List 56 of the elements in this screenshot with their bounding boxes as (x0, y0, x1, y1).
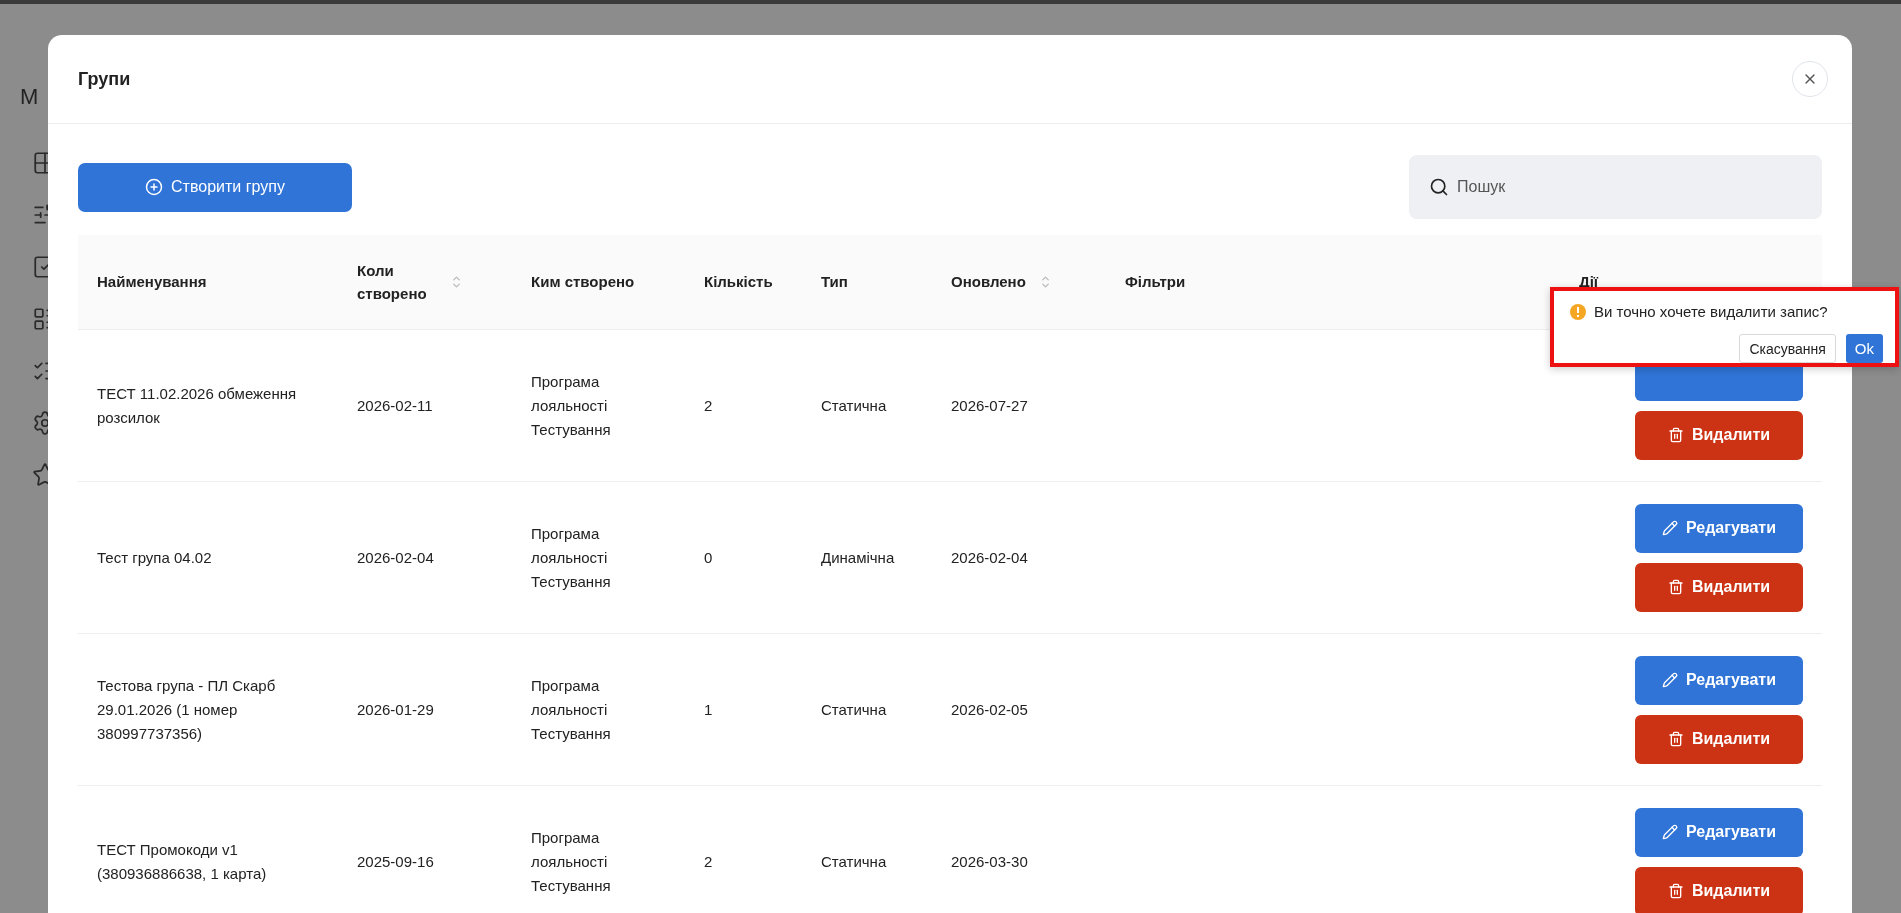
table-cell-text: 1 (703, 699, 714, 720)
trash-icon (1667, 579, 1684, 595)
app-title: М (20, 84, 40, 110)
table-cell-text: Тестова група - ПЛ Скарб 29.01.2026 (1 номер 380997737356) (96, 675, 277, 744)
table-cell-text: 2026-07-27 (950, 395, 1029, 416)
pencil-icon (1662, 520, 1678, 536)
search-field[interactable]: Пошук (1457, 155, 1802, 219)
table-cell-text: Статична (820, 851, 888, 872)
search-box[interactable]: Пошук (1409, 155, 1822, 219)
table-cell-text: 2026-02-11 (356, 395, 434, 416)
column-header[interactable]: Оновлено (951, 270, 1026, 294)
delete-button[interactable]: Видалити (1635, 410, 1803, 460)
ok-button[interactable]: Ok (1845, 334, 1883, 363)
trash-icon (1667, 427, 1684, 443)
table-cell-text: Динамічна (820, 547, 896, 568)
pencil-icon (1662, 824, 1678, 840)
warning-icon (1570, 303, 1586, 320)
column-header: Найменування (97, 272, 207, 293)
table-cell-text: Програма лояльності Тестування (530, 523, 612, 592)
table-cell-text: 2 (703, 851, 714, 872)
table-cell-text: Програма лояльності Тестування (530, 371, 612, 440)
cancel-button[interactable]: Скасування (1739, 334, 1836, 363)
table-cell-text: Тест група 04.02 (96, 547, 213, 568)
delete-button[interactable]: Видалити (1635, 866, 1803, 913)
delete-button[interactable]: Видалити (1635, 562, 1803, 612)
column-header: Ким створено (531, 272, 635, 293)
trash-icon (1667, 731, 1684, 747)
edit-button[interactable]: Редагувати (1635, 655, 1803, 705)
edit-button[interactable]: Редагувати (1635, 807, 1803, 857)
create-group-button[interactable]: Створити групу (78, 162, 352, 212)
table-cell-text: Програма лояльності Тестування (530, 675, 612, 744)
pencil-icon (1662, 672, 1678, 688)
table-cell-text: ТЕСТ 11.02.2026 обмеження розсилок (96, 383, 298, 428)
trash-icon (1667, 883, 1684, 899)
table-cell-text: Статична (820, 395, 888, 416)
column-header: Фільтри (1125, 272, 1186, 293)
column-header: Тип (821, 272, 848, 293)
edit-button[interactable]: Редагувати (1635, 503, 1803, 553)
table-cell-text: 2 (703, 395, 714, 416)
table-cell-text: Програма лояльності Тестування (530, 827, 612, 896)
plus-icon (145, 178, 164, 196)
table-cell-text: 2026-02-04 (950, 547, 1029, 568)
delete-button[interactable]: Видалити (1635, 714, 1803, 764)
table-cell-text: 2026-02-05 (950, 699, 1029, 720)
table-cell-text: Статична (820, 699, 888, 720)
table-cell-text: 2026-02-04 (356, 547, 435, 568)
search-icon (1429, 177, 1449, 197)
table-cell-text: ТЕСТ Промокоди v1 (380936886638, 1 карта) (96, 839, 268, 884)
column-header[interactable]: Коли створено (357, 258, 437, 306)
confirm-message: Ви точно хочете видалити запис? (1594, 303, 1828, 320)
column-header: Кількість (704, 272, 773, 293)
modal-title: Групи (78, 68, 131, 90)
table-cell-text: 2026-01-29 (356, 699, 435, 720)
table-cell-text: 2026-03-30 (950, 851, 1029, 872)
table-cell-text: 2025-09-16 (356, 851, 435, 872)
table-cell-text: 0 (703, 547, 714, 568)
